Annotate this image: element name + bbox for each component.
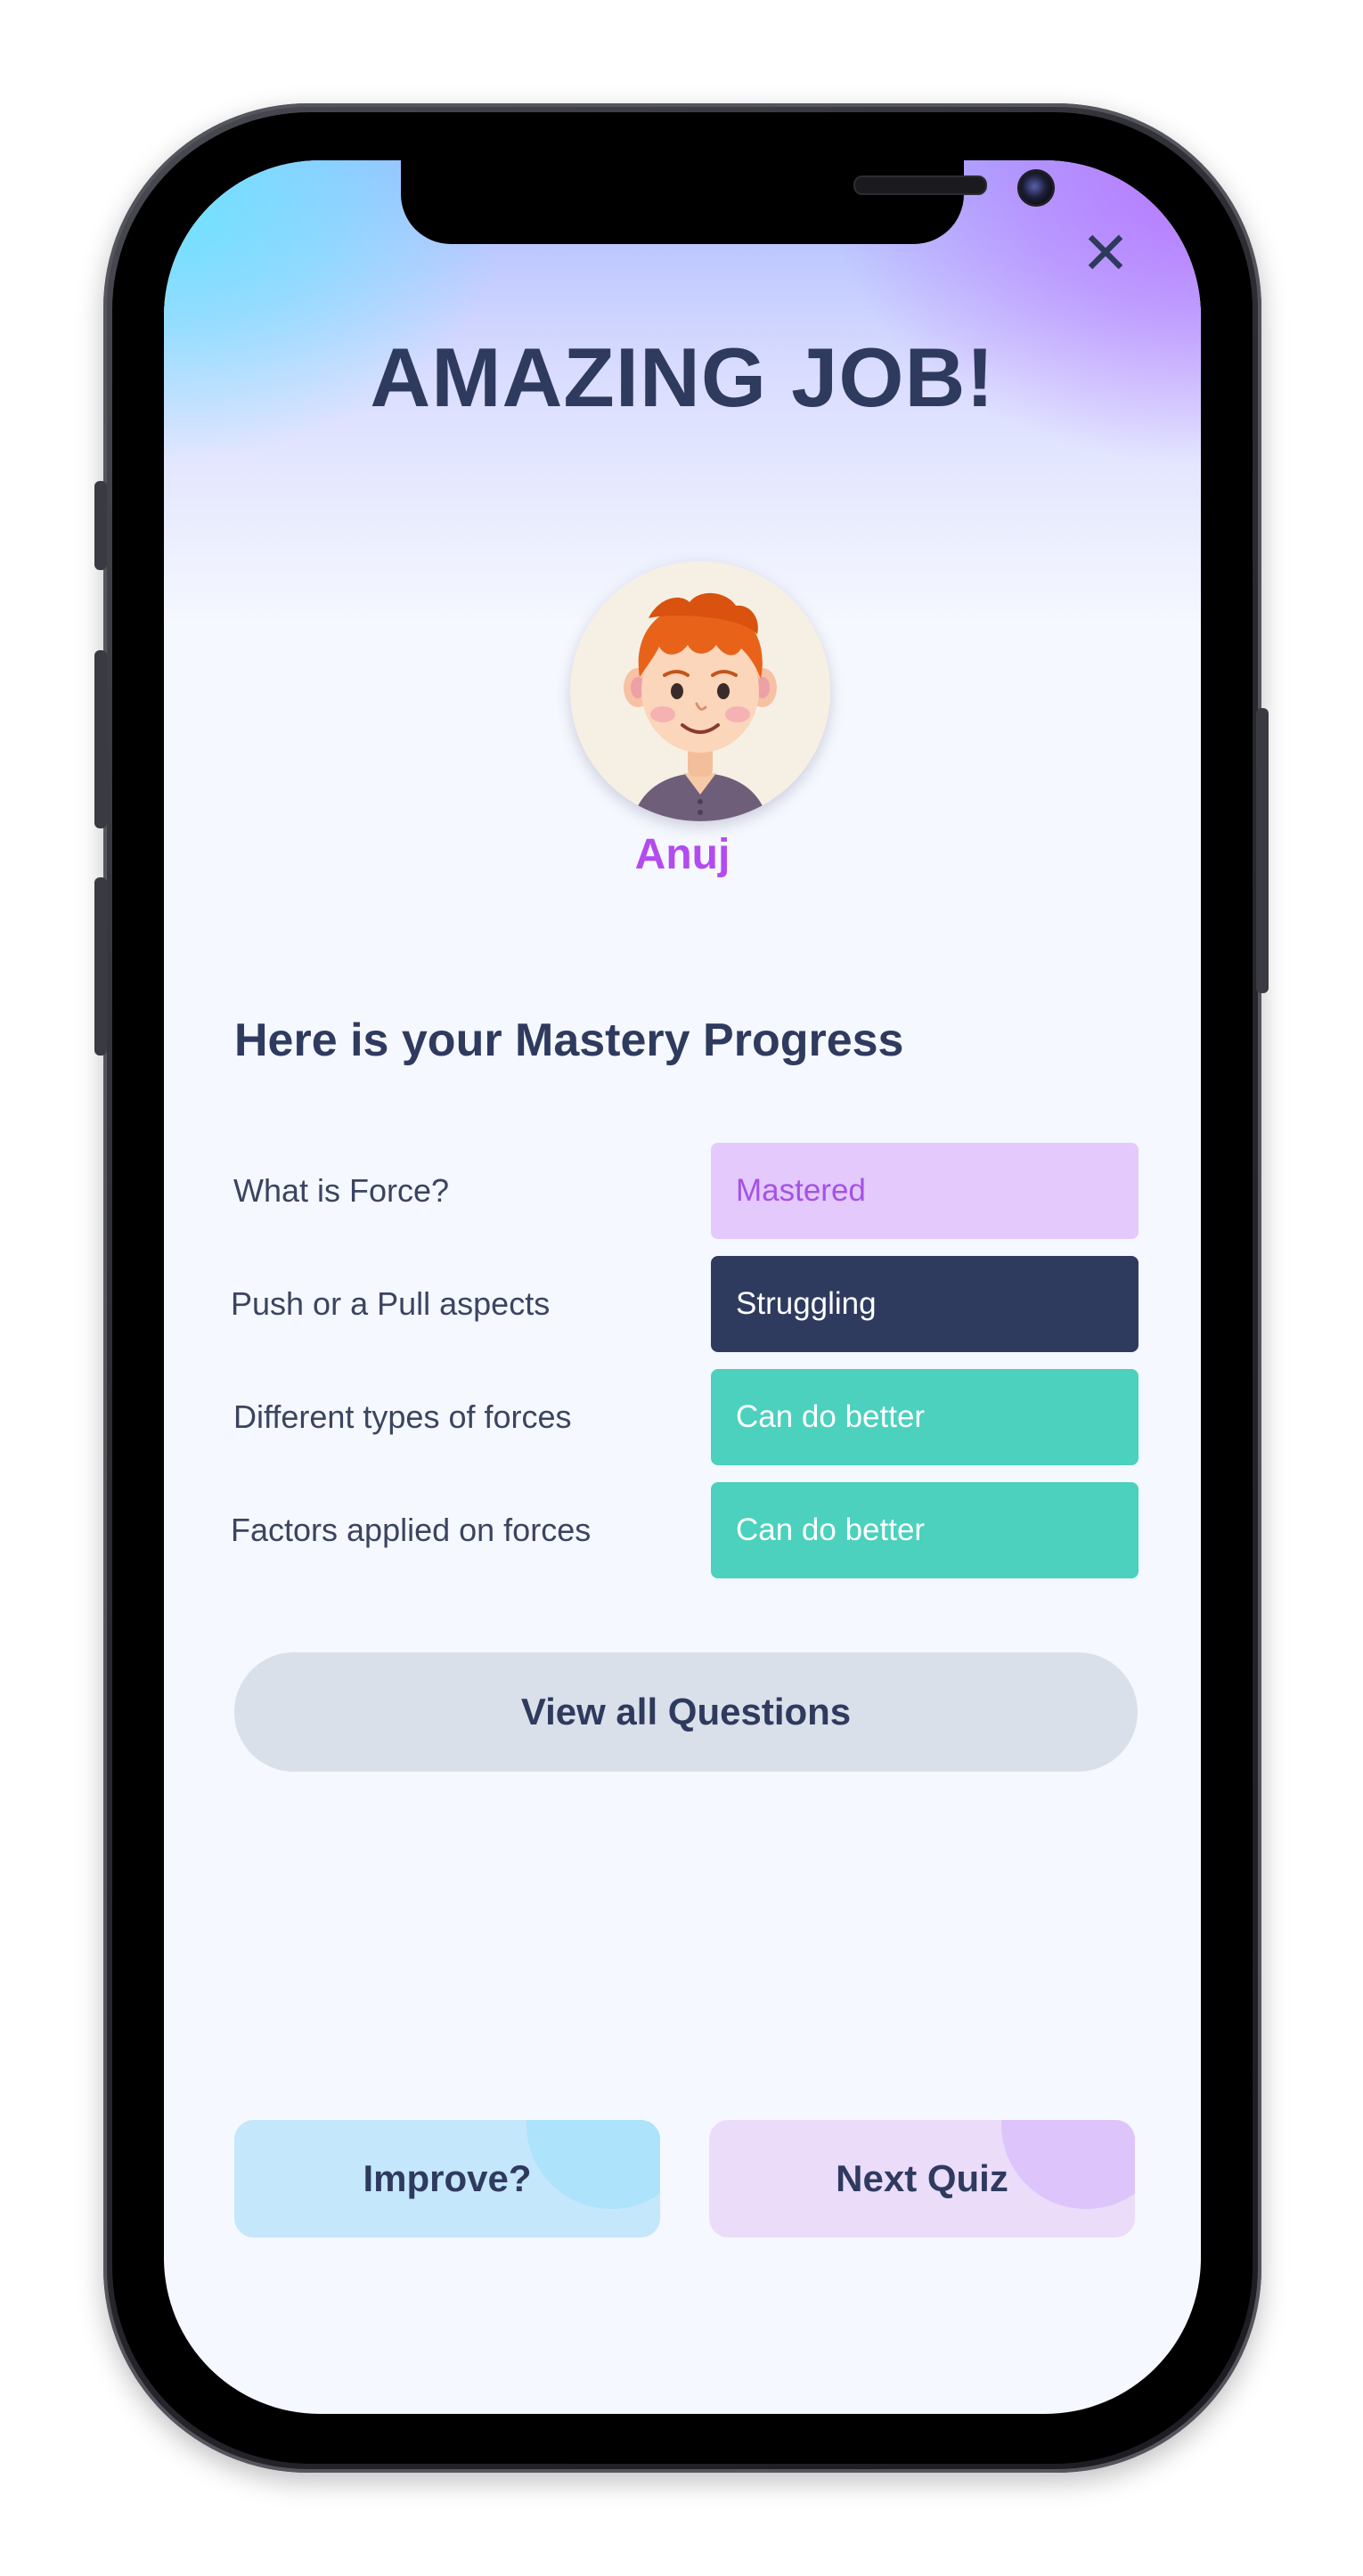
close-icon: ✕ — [1081, 219, 1130, 288]
silent-switch — [94, 481, 107, 570]
improve-button[interactable]: Improve? — [234, 2120, 660, 2238]
student-name: Anuj — [634, 831, 730, 878]
status-badge: Can do better — [711, 1369, 1139, 1465]
decorative-circle — [1001, 2120, 1135, 2209]
decorative-circle — [526, 2120, 660, 2209]
mastery-row: Factors applied on forces Can do better — [164, 1482, 1201, 1578]
improve-button-label: Improve? — [363, 2157, 532, 2199]
app-screen: ✕ AMAZING JOB! Anuj Here is your Mastery… — [164, 160, 1201, 2414]
volume-up-button — [94, 650, 107, 828]
view-all-questions-button[interactable]: View all Questions — [234, 1652, 1138, 1772]
topic-label: What is Force? — [233, 1172, 450, 1209]
close-button[interactable]: ✕ — [1074, 223, 1137, 285]
next-quiz-button-label: Next Quiz — [836, 2157, 1008, 2199]
avatar — [570, 561, 830, 821]
topic-label: Factors applied on forces — [231, 1512, 592, 1548]
front-camera — [1017, 169, 1055, 207]
boy-avatar-illustration — [624, 592, 777, 821]
speaker-grille — [853, 175, 987, 195]
status-badge: Struggling — [711, 1256, 1139, 1352]
power-button — [1256, 708, 1269, 993]
mastery-row: What is Force? Mastered — [164, 1143, 1201, 1239]
notch — [401, 160, 1055, 244]
status-badge: Can do better — [711, 1482, 1139, 1578]
mastery-row: Different types of forces Can do better — [164, 1369, 1201, 1465]
next-quiz-button[interactable]: Next Quiz — [709, 2120, 1135, 2238]
result-headline: AMAZING JOB! — [370, 330, 995, 424]
topic-label: Different types of forces — [233, 1398, 572, 1435]
mastery-row: Push or a Pull aspects Struggling — [164, 1256, 1201, 1352]
status-badge: Mastered — [711, 1143, 1139, 1239]
topic-label: Push or a Pull aspects — [231, 1285, 551, 1322]
volume-down-button — [94, 877, 107, 1056]
mastery-progress-title: Here is your Mastery Progress — [234, 1015, 904, 1066]
